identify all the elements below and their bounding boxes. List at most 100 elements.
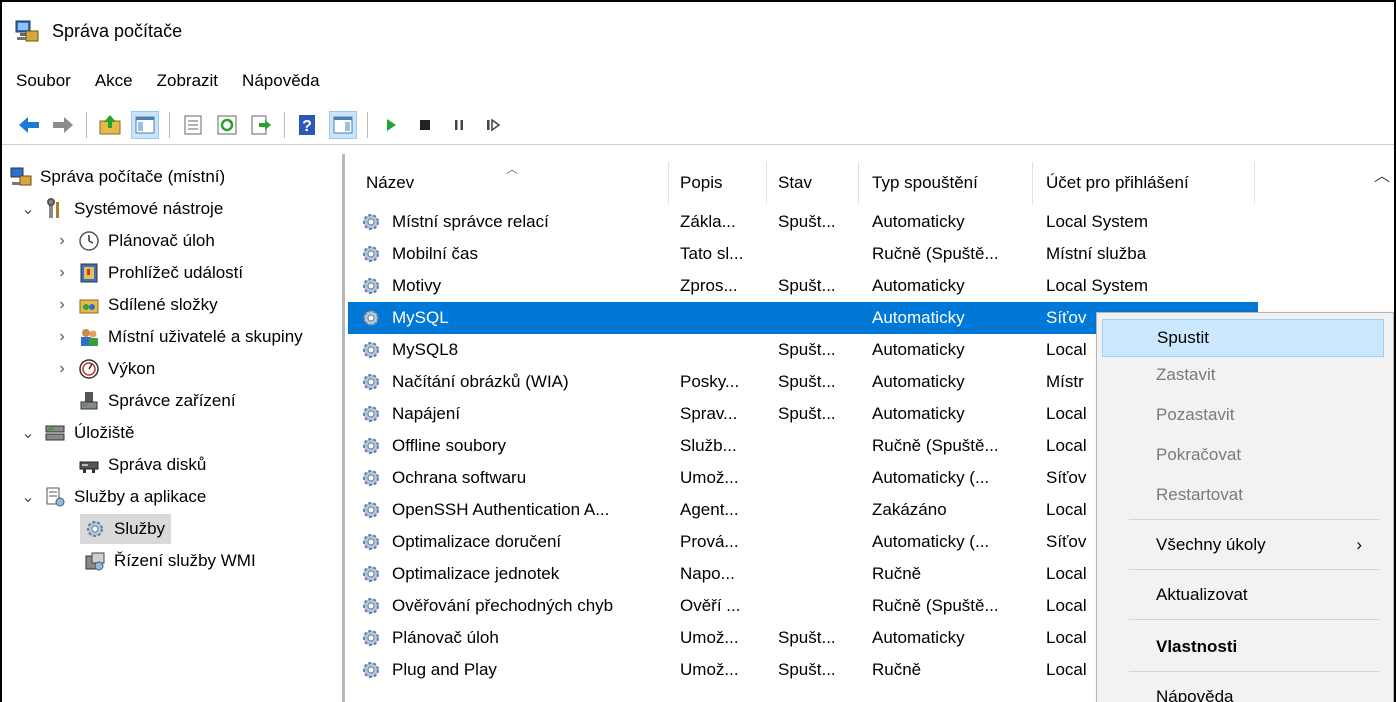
- pause-service-icon: [455, 120, 463, 130]
- storage-icon: [45, 425, 65, 441]
- title-bar: Správa počítače: [2, 2, 1394, 60]
- chevron-right-icon[interactable]: ›: [54, 296, 70, 314]
- show-tree-button[interactable]: [131, 111, 159, 139]
- tree-item-disk-management[interactable]: Správa disků: [54, 450, 206, 480]
- menu-file[interactable]: Soubor: [16, 71, 71, 91]
- svg-text:?: ?: [302, 118, 312, 135]
- chevron-down-icon[interactable]: ⌄: [20, 199, 36, 219]
- cell-name: Plug and Play: [392, 660, 497, 679]
- tree-item-task-scheduler[interactable]: › Plánovač úloh: [54, 226, 215, 256]
- table-row[interactable]: Mobilní čas Tato sl... Ručně (Spuště... Mís…: [348, 238, 1258, 270]
- tree-item-storage[interactable]: ⌄ Úložiště: [20, 418, 134, 448]
- tree-item-shared-folders[interactable]: › Sdílené složky: [54, 290, 217, 320]
- export-list-button[interactable]: [248, 112, 274, 138]
- service-gear-icon: [363, 214, 379, 230]
- menu-item-help[interactable]: Nápověda: [1102, 679, 1382, 702]
- chevron-down-icon[interactable]: ⌄: [20, 423, 36, 443]
- menu-action[interactable]: Akce: [95, 71, 133, 91]
- tree-item-services[interactable]: Služby: [80, 514, 172, 544]
- up-folder-button[interactable]: [97, 112, 123, 138]
- tools-icon: [47, 198, 59, 218]
- menu-item-start[interactable]: Spustit: [1102, 319, 1384, 357]
- column-header-name[interactable]: Název: [366, 162, 414, 204]
- users-icon: [81, 329, 98, 346]
- cell-status: Spušt...: [778, 660, 836, 679]
- column-divider[interactable]: [1254, 162, 1255, 204]
- menu-item-refresh[interactable]: Aktualizovat: [1102, 577, 1382, 613]
- column-header-startup-type[interactable]: Typ spouštění: [872, 162, 978, 204]
- cell-startup: Ručně (Spuště...: [872, 436, 999, 455]
- show-tree-icon: [135, 116, 155, 134]
- tree-label: Prohlížeč událostí: [108, 263, 244, 282]
- column-divider[interactable]: [668, 162, 669, 204]
- cell-desc: [680, 302, 770, 334]
- help-button[interactable]: ?: [295, 112, 321, 138]
- menu-item-all-tasks[interactable]: Všechny úkoly ›: [1102, 527, 1382, 563]
- cell-name: MySQL: [392, 308, 449, 327]
- column-divider[interactable]: [766, 162, 767, 204]
- cell-startup: Automaticky: [872, 308, 965, 327]
- cell-desc: Zákla...: [680, 212, 736, 231]
- cell-startup: Automaticky: [872, 340, 965, 359]
- menu-separator: [1129, 619, 1379, 620]
- menu-item-label: Všechny úkoly: [1156, 535, 1266, 554]
- toolbar-separator: [284, 112, 285, 138]
- tree-item-local-users[interactable]: › Místní uživatelé a skupiny: [54, 322, 342, 352]
- menu-separator: [1129, 519, 1379, 520]
- refresh-button[interactable]: [214, 112, 240, 138]
- cell-startup: Automaticky: [872, 372, 965, 391]
- chevron-right-icon[interactable]: ›: [54, 232, 70, 250]
- cell-name: Optimalizace jednotek: [392, 564, 560, 583]
- column-header-logon-as[interactable]: Účet pro přihlášení: [1046, 162, 1189, 204]
- menu-item-properties[interactable]: Vlastnosti: [1102, 629, 1382, 665]
- pause-service-button[interactable]: [446, 112, 472, 138]
- forward-button[interactable]: [50, 112, 76, 138]
- menu-help[interactable]: Nápověda: [242, 71, 320, 91]
- cell-startup: Automaticky (...: [872, 468, 990, 487]
- tree-item-system-tools[interactable]: ⌄ Systémové nástroje: [20, 194, 223, 224]
- cell-desc: Napo...: [680, 564, 735, 583]
- chevron-down-icon[interactable]: ⌄: [20, 487, 36, 507]
- computer-management-window: Správa počítače Soubor Akce Zobrazit Náp…: [0, 0, 1396, 702]
- show-action-pane-icon: [333, 116, 353, 134]
- console-tree: Správa počítače (místní) ⌄ Systémové nás…: [2, 154, 345, 702]
- cell-status: [778, 494, 864, 526]
- tree-item-device-manager[interactable]: Správce zařízení: [54, 386, 236, 416]
- chevron-right-icon[interactable]: ›: [54, 360, 70, 378]
- table-row[interactable]: Místní správce relací Zákla... Spušt... Aut…: [348, 206, 1258, 238]
- tree-item-services-apps[interactable]: ⌄ Služby a aplikace: [20, 482, 206, 512]
- tree-label: Služby: [114, 519, 166, 538]
- show-action-pane-button[interactable]: [329, 111, 357, 139]
- tree-item-wmi[interactable]: Řízení služby WMI: [80, 546, 256, 576]
- menu-view[interactable]: Zobrazit: [157, 71, 218, 91]
- stop-service-button[interactable]: [412, 112, 438, 138]
- scroll-up-arrow[interactable]: ︿: [1374, 162, 1390, 186]
- tree-item-root[interactable]: Správa počítače (místní): [10, 162, 225, 192]
- cell-startup: Automaticky (...: [872, 532, 990, 551]
- column-header-label: Typ spouštění: [872, 173, 978, 192]
- tree-label: Úložiště: [74, 423, 135, 442]
- column-header-description[interactable]: Popis: [680, 162, 723, 204]
- menu-item-label: Vlastnosti: [1156, 637, 1238, 656]
- back-button[interactable]: [16, 112, 42, 138]
- cell-startup: Ručně (Spuště...: [872, 244, 999, 263]
- toolbar-separator: [86, 112, 87, 138]
- service-gear-icon: [363, 630, 379, 646]
- service-gear-icon: [363, 278, 379, 294]
- cell-status: [778, 430, 864, 462]
- tree-item-event-viewer[interactable]: › Prohlížeč událostí: [54, 258, 243, 288]
- column-divider[interactable]: [858, 162, 859, 204]
- column-divider[interactable]: [1032, 162, 1033, 204]
- resume-service-button[interactable]: [480, 112, 506, 138]
- service-gear-icon: [363, 406, 379, 422]
- table-row[interactable]: Motivy Zpros... Spušt... Automaticky Local S…: [348, 270, 1258, 302]
- column-header-status[interactable]: Stav: [778, 162, 812, 204]
- properties-button[interactable]: [180, 112, 206, 138]
- cell-status: Spušt...: [778, 404, 836, 423]
- chevron-right-icon[interactable]: ›: [54, 328, 70, 346]
- start-service-button[interactable]: [378, 112, 404, 138]
- tree-label: Plánovač úloh: [108, 231, 215, 250]
- tree-item-performance[interactable]: › Výkon: [54, 354, 155, 384]
- resume-service-icon: [487, 118, 501, 132]
- chevron-right-icon[interactable]: ›: [54, 264, 70, 282]
